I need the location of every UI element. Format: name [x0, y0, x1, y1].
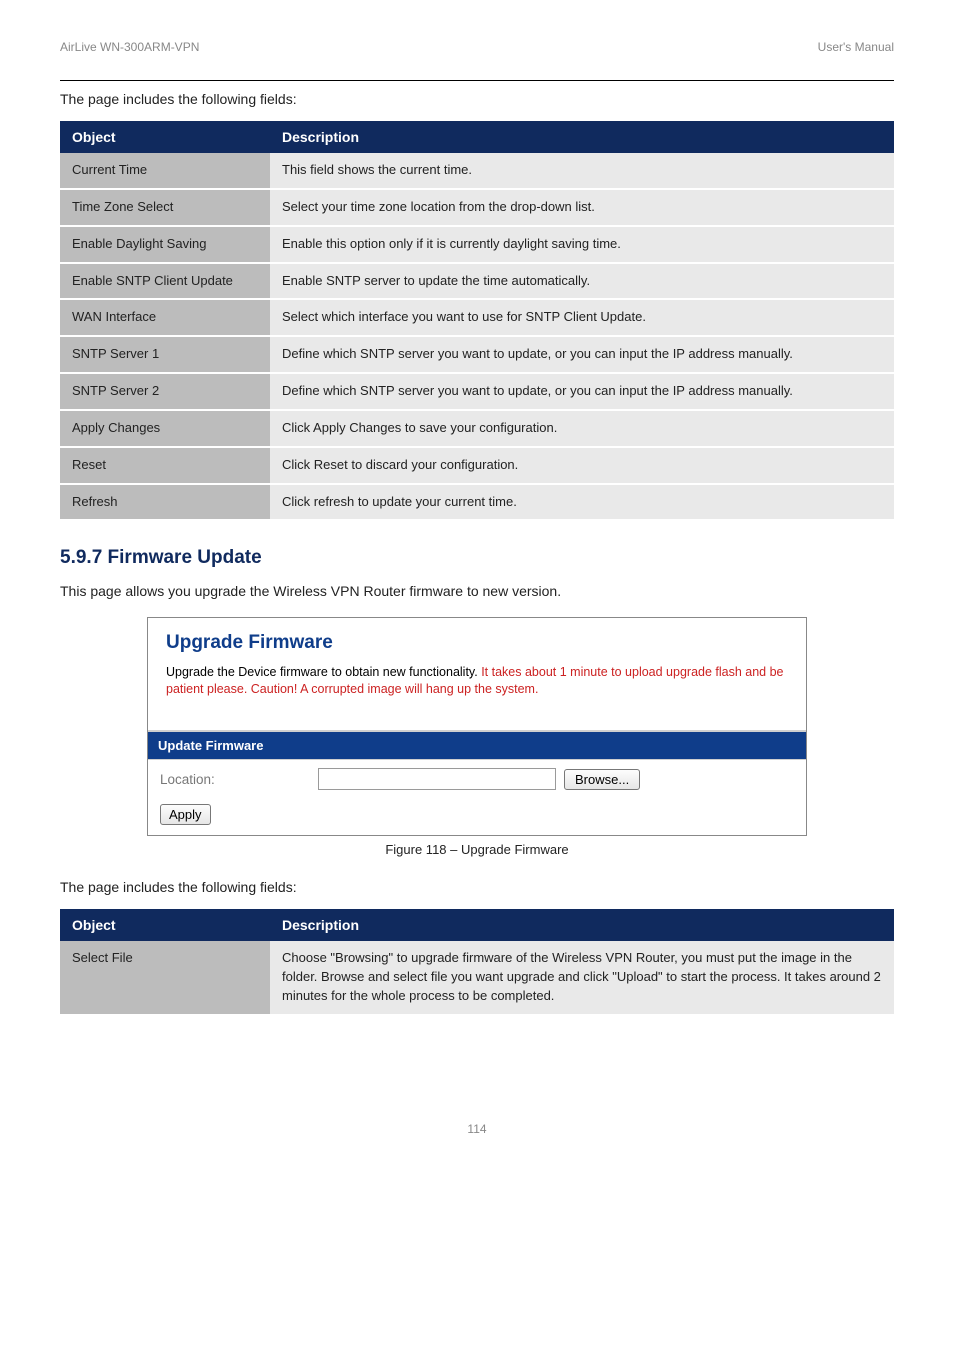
row-desc: Define which SNTP server you want to upd…	[270, 373, 894, 410]
table-row: Current TimeThis field shows the current…	[60, 153, 894, 189]
row-label: Time Zone Select	[60, 189, 270, 226]
fields-table-1: Object Description Current TimeThis fiel…	[60, 121, 894, 521]
table-row: Time Zone SelectSelect your time zone lo…	[60, 189, 894, 226]
header-divider	[60, 80, 894, 81]
row-label: Select File	[60, 941, 270, 1015]
location-label: Location:	[160, 772, 310, 787]
row-desc: Define which SNTP server you want to upd…	[270, 336, 894, 373]
row-desc: Choose "Browsing" to upgrade firmware of…	[270, 941, 894, 1015]
row-desc: Click Apply Changes to save your configu…	[270, 410, 894, 447]
row-desc: Click refresh to update your current tim…	[270, 484, 894, 521]
section-heading-firmware: 5.9.7 Firmware Update	[60, 547, 894, 569]
col-description: Description	[270, 121, 894, 153]
col-object: Object	[60, 909, 270, 941]
table-row: SNTP Server 2Define which SNTP server yo…	[60, 373, 894, 410]
intro-text-1: The page includes the following fields:	[60, 91, 894, 107]
update-firmware-band: Update Firmware	[148, 731, 806, 759]
doc-title: AirLive WN-300ARM-VPN	[60, 40, 199, 54]
row-label: Current Time	[60, 153, 270, 189]
row-label: Enable Daylight Saving	[60, 226, 270, 263]
section-intro-firmware: This page allows you upgrade the Wireles…	[60, 583, 894, 599]
browse-button[interactable]: Browse...	[564, 769, 640, 790]
row-label: Apply Changes	[60, 410, 270, 447]
fields-table-2: Object Description Select File Choose "B…	[60, 909, 894, 1016]
table-row: Enable SNTP Client UpdateEnable SNTP ser…	[60, 263, 894, 300]
row-label: Enable SNTP Client Update	[60, 263, 270, 300]
apply-button[interactable]: Apply	[160, 804, 211, 825]
row-label: SNTP Server 1	[60, 336, 270, 373]
upgrade-firmware-panel: Upgrade Firmware Upgrade the Device firm…	[147, 617, 807, 836]
apply-row: Apply	[148, 798, 806, 835]
row-desc: Enable this option only if it is current…	[270, 226, 894, 263]
table-row: Enable Daylight SavingEnable this option…	[60, 226, 894, 263]
page-number: 114	[0, 1042, 954, 1166]
table-row: RefreshClick refresh to update your curr…	[60, 484, 894, 521]
table-row: Select File Choose "Browsing" to upgrade…	[60, 941, 894, 1015]
figure-caption: Figure 118 – Upgrade Firmware	[60, 842, 894, 857]
table-row: Apply ChangesClick Apply Changes to save…	[60, 410, 894, 447]
row-label: SNTP Server 2	[60, 373, 270, 410]
row-label: Reset	[60, 447, 270, 484]
doc-subtitle: User's Manual	[818, 40, 894, 54]
panel-desc-normal: Upgrade the Device firmware to obtain ne…	[166, 665, 478, 679]
row-label: Refresh	[60, 484, 270, 521]
row-desc: Select your time zone location from the …	[270, 189, 894, 226]
row-desc: Select which interface you want to use f…	[270, 299, 894, 336]
panel-title: Upgrade Firmware	[166, 632, 788, 654]
location-input[interactable]	[318, 768, 556, 790]
col-object: Object	[60, 121, 270, 153]
table-row: WAN InterfaceSelect which interface you …	[60, 299, 894, 336]
intro-text-2: The page includes the following fields:	[60, 879, 894, 895]
row-label: WAN Interface	[60, 299, 270, 336]
panel-description: Upgrade the Device firmware to obtain ne…	[166, 664, 788, 726]
location-row: Location: Browse...	[148, 759, 806, 798]
row-desc: Click Reset to discard your configuratio…	[270, 447, 894, 484]
row-desc: This field shows the current time.	[270, 153, 894, 189]
col-description: Description	[270, 909, 894, 941]
table-row: SNTP Server 1Define which SNTP server yo…	[60, 336, 894, 373]
table-row: ResetClick Reset to discard your configu…	[60, 447, 894, 484]
row-desc: Enable SNTP server to update the time au…	[270, 263, 894, 300]
